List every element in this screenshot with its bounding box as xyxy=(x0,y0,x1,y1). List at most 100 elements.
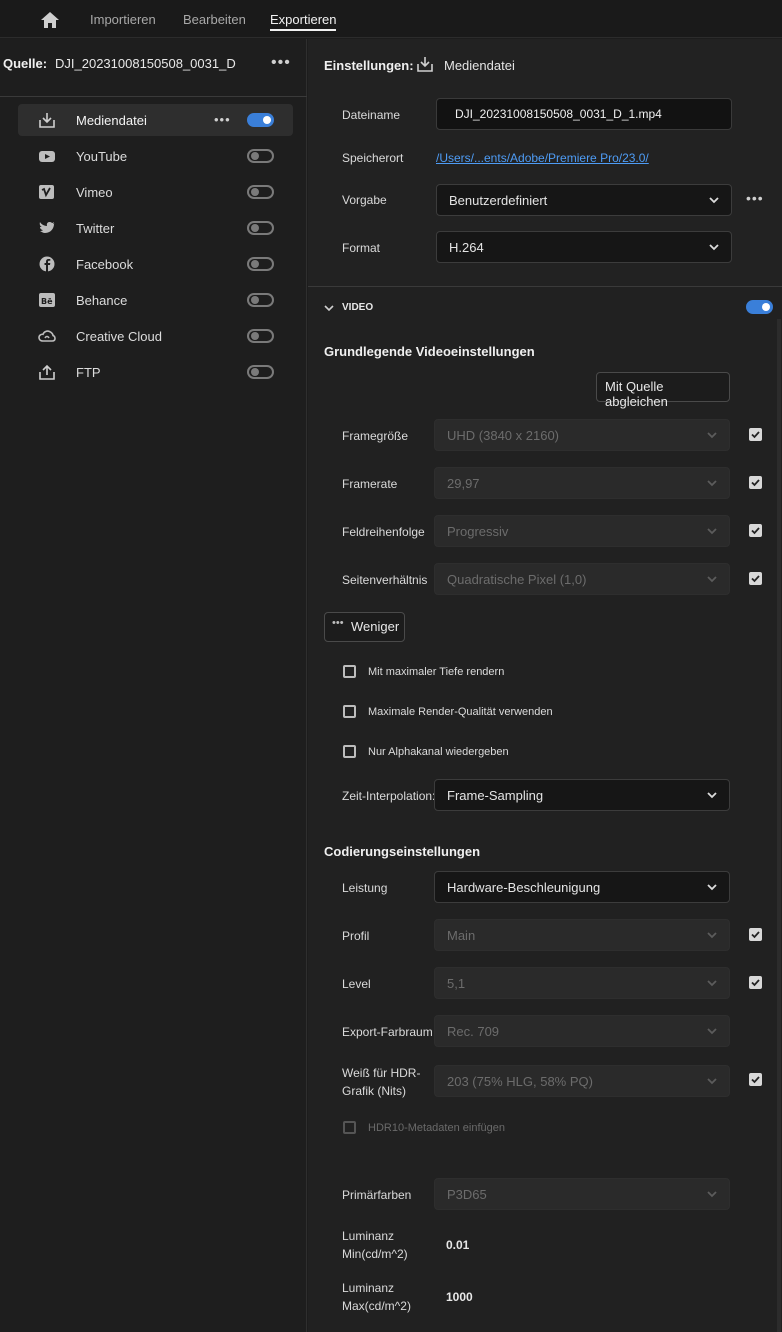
settings-target: Mediendatei xyxy=(444,58,515,73)
preset-select[interactable]: Benutzerdefiniert xyxy=(436,184,732,216)
location-label: Speicherort xyxy=(342,151,404,165)
field-order-select[interactable]: Progressiv xyxy=(434,515,730,547)
aspect-match-checkbox[interactable] xyxy=(749,572,762,585)
destination-toggle-twitter[interactable] xyxy=(247,221,274,235)
level-label: Level xyxy=(342,977,371,991)
chevron-down-icon xyxy=(707,526,717,536)
format-select[interactable]: H.264 xyxy=(436,231,732,263)
destination-toggle-mediendatei[interactable] xyxy=(247,113,274,127)
level-match-checkbox[interactable] xyxy=(749,976,762,989)
top-nav-bar: Importieren Bearbeiten Exportieren xyxy=(0,0,782,38)
basic-video-heading: Grundlegende Videoeinstellungen xyxy=(324,344,535,359)
match-source-button[interactable]: Mit Quelle abgleichen xyxy=(596,372,730,409)
destination-label: Creative Cloud xyxy=(76,329,162,344)
filename-label: Dateiname xyxy=(342,108,401,122)
destination-toggle-behance[interactable] xyxy=(247,293,274,307)
chevron-down-icon xyxy=(707,790,717,800)
lum-max-label-line1: Luminanz xyxy=(342,1281,395,1295)
destination-creative-cloud[interactable]: Creative Cloud xyxy=(18,320,293,352)
field-order-value: Progressiv xyxy=(447,524,509,539)
hdr-white-label-line2: Grafik (Nits) xyxy=(342,1084,406,1098)
chevron-down-icon xyxy=(707,478,717,488)
destination-label: Twitter xyxy=(76,221,115,236)
lum-min-value[interactable]: 0.01 xyxy=(446,1238,469,1252)
svg-text:Bē: Bē xyxy=(41,297,53,306)
profile-match-checkbox[interactable] xyxy=(749,928,762,941)
primaries-select[interactable]: P3D65 xyxy=(434,1178,730,1210)
source-label: Quelle: xyxy=(3,56,48,71)
destination-label: Mediendatei xyxy=(76,113,147,128)
destination-mediendatei[interactable]: Mediendatei ••• xyxy=(18,104,293,136)
encoding-heading: Codierungseinstellungen xyxy=(324,844,481,859)
destination-facebook[interactable]: Facebook xyxy=(18,248,293,280)
destination-behance[interactable]: Bē Behance xyxy=(18,284,293,316)
alpha-only-checkbox[interactable] xyxy=(343,745,356,758)
max-depth-checkbox[interactable] xyxy=(343,665,356,678)
source-name: DJI_20231008150508_0031_D xyxy=(55,56,236,71)
destination-twitter[interactable]: Twitter xyxy=(18,212,293,244)
youtube-icon xyxy=(38,148,56,164)
chevron-down-icon xyxy=(709,242,719,252)
lum-max-label-line2: Max(cd/m^2) xyxy=(342,1299,411,1313)
chevron-down-icon xyxy=(707,574,717,584)
destination-toggle-youtube[interactable] xyxy=(247,149,274,163)
frame-rate-match-checkbox[interactable] xyxy=(749,476,762,489)
lum-max-value[interactable]: 1000 xyxy=(446,1290,473,1304)
destination-toggle-creative-cloud[interactable] xyxy=(247,329,274,343)
destination-more-icon[interactable]: ••• xyxy=(214,113,231,126)
level-select[interactable]: 5,1 xyxy=(434,967,730,999)
preset-more-icon[interactable]: ••• xyxy=(746,191,764,205)
destination-vimeo[interactable]: Vimeo xyxy=(18,176,293,208)
destination-toggle-facebook[interactable] xyxy=(247,257,274,271)
destination-youtube[interactable]: YouTube xyxy=(18,140,293,172)
source-more-icon[interactable]: ••• xyxy=(271,55,291,71)
max-quality-label: Maximale Render-Qualität verwenden xyxy=(368,706,553,718)
less-button-label: Weniger xyxy=(351,619,400,634)
tab-importieren[interactable]: Importieren xyxy=(90,12,156,27)
format-value: H.264 xyxy=(449,240,484,255)
frame-size-select[interactable]: UHD (3840 x 2160) xyxy=(434,419,730,451)
frame-rate-select[interactable]: 29,97 xyxy=(434,467,730,499)
primaries-label: Primärfarben xyxy=(342,1188,412,1202)
hdr10-metadata-label: HDR10-Metadaten einfügen xyxy=(368,1122,505,1134)
less-button[interactable]: ••• Weniger xyxy=(324,612,405,642)
field-order-match-checkbox[interactable] xyxy=(749,524,762,537)
destination-toggle-vimeo[interactable] xyxy=(247,185,274,199)
time-interp-value: Frame-Sampling xyxy=(447,788,544,803)
chevron-down-icon xyxy=(707,978,717,988)
aspect-label: Seitenverhältnis xyxy=(342,573,428,587)
facebook-icon xyxy=(38,256,56,272)
profile-select[interactable]: Main xyxy=(434,919,730,951)
color-space-value: Rec. 709 xyxy=(447,1024,500,1039)
performance-select[interactable]: Hardware-Beschleunigung xyxy=(434,871,730,903)
location-link[interactable]: /Users/...ents/Adobe/Premiere Pro/23.0/ xyxy=(436,151,649,165)
destination-toggle-ftp[interactable] xyxy=(247,365,274,379)
tab-exportieren[interactable]: Exportieren xyxy=(270,12,337,31)
destination-label: Vimeo xyxy=(76,185,113,200)
filename-input[interactable]: DJI_20231008150508_0031_D_1.mp4 xyxy=(436,98,732,130)
destination-ftp[interactable]: FTP xyxy=(18,356,293,388)
time-interp-select[interactable]: Frame-Sampling xyxy=(434,779,730,811)
hdr10-metadata-checkbox[interactable] xyxy=(343,1121,356,1134)
twitter-icon xyxy=(38,220,56,236)
aspect-select[interactable]: Quadratische Pixel (1,0) xyxy=(434,563,730,595)
chevron-down-icon xyxy=(707,882,717,892)
frame-size-match-checkbox[interactable] xyxy=(749,428,762,441)
time-interp-label: Zeit-Interpolation: xyxy=(342,789,436,803)
tab-bearbeiten[interactable]: Bearbeiten xyxy=(183,12,246,27)
settings-header: Einstellungen: Mediendatei Dateiname DJI… xyxy=(308,39,782,287)
settings-scrollbar[interactable] xyxy=(777,319,781,1332)
destination-label: YouTube xyxy=(76,149,128,164)
hdr-white-value: 203 (75% HLG, 58% PQ) xyxy=(447,1074,593,1089)
hdr-white-match-checkbox[interactable] xyxy=(749,1073,762,1086)
profile-value: Main xyxy=(447,928,476,943)
max-quality-checkbox[interactable] xyxy=(343,705,356,718)
video-collapse-chevron-icon[interactable] xyxy=(324,301,334,316)
color-space-select[interactable]: Rec. 709 xyxy=(434,1015,730,1047)
alpha-only-label: Nur Alphakanal wiedergeben xyxy=(368,746,509,758)
home-icon[interactable] xyxy=(40,11,60,29)
hdr-white-select[interactable]: 203 (75% HLG, 58% PQ) xyxy=(434,1065,730,1097)
preset-label: Vorgabe xyxy=(342,193,387,207)
lum-min-label-line1: Luminanz xyxy=(342,1229,395,1243)
video-toggle[interactable] xyxy=(746,300,773,314)
